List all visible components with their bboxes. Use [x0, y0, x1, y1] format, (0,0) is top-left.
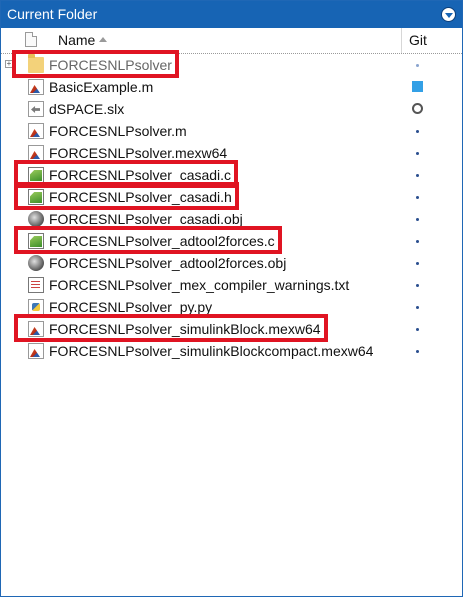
git-status [407, 274, 427, 296]
file-row[interactable]: FORCESNLPsolver_simulinkBlockcompact.mex… [1, 340, 462, 362]
file-row[interactable]: BasicExample.m [1, 76, 462, 98]
git-status [407, 98, 427, 120]
git-unchanged-icon [416, 240, 419, 243]
file-row[interactable]: FORCESNLPsolver_casadi.obj [1, 208, 462, 230]
file-name: FORCESNLPsolver_adtool2forces.obj [49, 255, 287, 271]
file-name: FORCESNLPsolver.m [49, 123, 187, 139]
c-source-icon [28, 167, 44, 183]
name-column-header[interactable]: Name [58, 32, 108, 48]
object-file-icon [28, 255, 44, 271]
git-status [407, 142, 427, 164]
object-file-icon [28, 211, 44, 227]
mex-file-icon [28, 145, 44, 161]
git-unchanged-icon [416, 284, 419, 287]
file-row[interactable]: FORCESNLPsolver_casadi.h [1, 186, 462, 208]
file-row[interactable]: FORCESNLPsolver_casadi.c [1, 164, 462, 186]
file-name: FORCESNLPsolver_casadi.obj [49, 211, 243, 227]
text-file-icon [28, 277, 44, 293]
file-name: FORCESNLPsolver [49, 57, 172, 73]
folder-icon [28, 54, 44, 73]
python-file-icon [28, 299, 44, 315]
git-unchanged-icon [416, 350, 419, 353]
git-untracked-icon [412, 103, 423, 114]
git-column-header[interactable]: Git [409, 32, 427, 48]
git-unchanged-icon [416, 130, 419, 133]
git-unchanged-icon [416, 262, 419, 265]
file-name: FORCESNLPsolver_mex_compiler_warnings.tx… [49, 277, 350, 293]
file-row[interactable]: FORCESNLPsolver_py.py [1, 296, 462, 318]
matlab-file-icon [28, 79, 44, 95]
expand-icon[interactable]: + [5, 60, 13, 68]
file-name: FORCESNLPsolver_casadi.h [49, 189, 232, 205]
git-status [407, 252, 427, 274]
file-row[interactable]: FORCESNLPsolver_mex_compiler_warnings.tx… [1, 274, 462, 296]
file-name: BasicExample.m [49, 79, 154, 95]
file-name: FORCESNLPsolver_py.py [49, 299, 213, 315]
git-status [407, 164, 427, 186]
chevron-down-icon[interactable] [441, 7, 456, 22]
sort-ascending-icon [99, 37, 108, 42]
git-status [407, 120, 427, 142]
git-status [407, 208, 427, 230]
column-header: Name Git [1, 28, 462, 54]
git-status [407, 186, 427, 208]
git-status [407, 54, 427, 76]
git-unchanged-icon [416, 196, 419, 199]
file-type-column-icon[interactable] [25, 32, 37, 47]
git-unchanged-icon [416, 328, 419, 331]
c-source-icon [28, 233, 44, 249]
simulink-model-icon [28, 101, 44, 117]
file-row[interactable]: FORCESNLPsolver.m [1, 120, 462, 142]
git-unchanged-icon [416, 152, 419, 155]
file-row[interactable]: FORCESNLPsolver_adtool2forces.c [1, 230, 462, 252]
file-name: FORCESNLPsolver_simulinkBlockcompact.mex… [49, 343, 374, 359]
file-name: FORCESNLPsolver_adtool2forces.c [49, 233, 275, 249]
panel-titlebar: Current Folder [1, 1, 462, 28]
file-row[interactable]: FORCESNLPsolver_simulinkBlock.mexw64 [1, 318, 462, 340]
git-status [407, 296, 427, 318]
matlab-file-icon [28, 321, 44, 337]
git-unchanged-icon [416, 174, 419, 177]
git-status [407, 340, 427, 362]
column-divider[interactable] [401, 28, 402, 53]
matlab-file-icon [28, 343, 44, 359]
c-header-icon [28, 189, 44, 205]
git-status [407, 318, 427, 340]
panel-title: Current Folder [7, 6, 98, 22]
matlab-file-icon [28, 123, 44, 139]
file-name: FORCESNLPsolver_casadi.c [49, 167, 232, 183]
file-name: dSPACE.slx [49, 101, 125, 117]
git-status [407, 76, 427, 98]
file-row[interactable]: dSPACE.slx [1, 98, 462, 120]
file-list: + FORCESNLPsolver BasicExample.m dSPACE.slx… [1, 54, 462, 362]
git-unchanged-icon [416, 218, 419, 221]
file-row[interactable]: FORCESNLPsolver.mexw64 [1, 142, 462, 164]
file-name: FORCESNLPsolver_simulinkBlock.mexw64 [49, 321, 321, 337]
current-folder-panel: Current Folder Name Git + FORCESNLPsolver… [0, 0, 463, 597]
git-added-icon [412, 81, 423, 92]
file-row[interactable]: + FORCESNLPsolver [1, 54, 462, 76]
git-unchanged-icon [416, 306, 419, 309]
git-status [407, 230, 427, 252]
file-name: FORCESNLPsolver.mexw64 [49, 145, 228, 161]
git-unchanged-icon [416, 64, 419, 67]
name-column-label: Name [58, 32, 96, 48]
file-row[interactable]: FORCESNLPsolver_adtool2forces.obj [1, 252, 462, 274]
